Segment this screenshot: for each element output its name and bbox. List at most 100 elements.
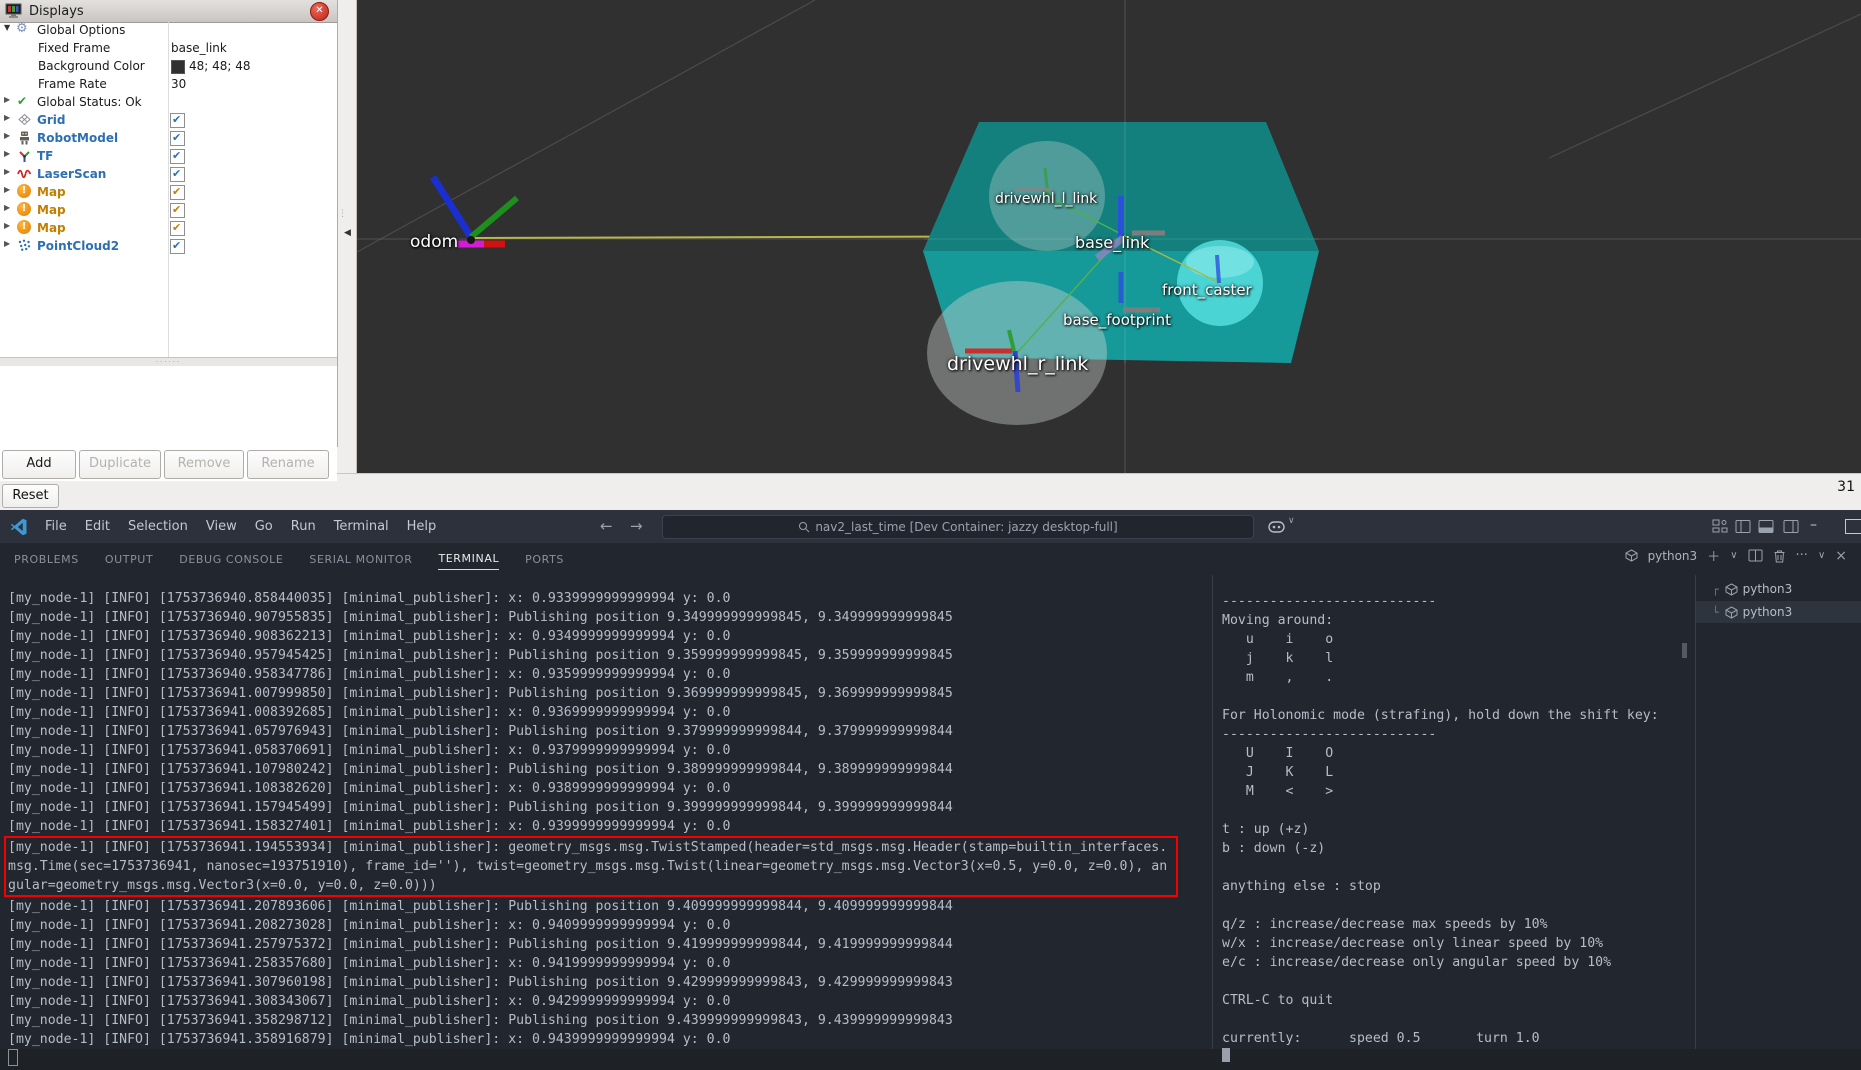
terminal-actions: python3 ＋ ∨ ··· ∨ × xyxy=(1625,546,1847,565)
menu-help[interactable]: Help xyxy=(398,519,446,534)
launch-profile-chevron-icon[interactable]: ∨ xyxy=(1730,550,1737,561)
menu-go[interactable]: Go xyxy=(246,519,282,534)
toggle-sidebar-icon[interactable] xyxy=(1735,519,1751,534)
check-icon: ✔ xyxy=(172,203,181,216)
close-panel-icon[interactable]: × xyxy=(1835,548,1847,564)
check-icon: ✔ xyxy=(172,113,181,126)
visibility-checkbox[interactable]: ✔ xyxy=(170,185,185,200)
expand-icon[interactable]: ▶ xyxy=(4,221,10,230)
active-shell-label[interactable]: python3 xyxy=(1648,549,1698,563)
menu-run[interactable]: Run xyxy=(282,519,325,534)
menu-selection[interactable]: Selection xyxy=(119,519,197,534)
expand-icon[interactable]: ▶ xyxy=(4,131,10,140)
check-icon: ✔ xyxy=(172,239,181,252)
left-terminal-output[interactable]: [my_node-1] [INFO] [1753736940.858440035… xyxy=(8,589,1178,1070)
right-terminal-output[interactable]: ---------------------------Moving around… xyxy=(1222,592,1659,1066)
collapse-left-icon[interactable]: ◀ xyxy=(344,228,351,238)
visibility-checkbox[interactable]: ✔ xyxy=(170,149,185,164)
maximize-icon[interactable] xyxy=(1845,519,1861,534)
expand-icon[interactable]: ▶ xyxy=(4,167,10,176)
property-detail-panel xyxy=(0,366,337,447)
collapse-open-icon[interactable]: ▼ xyxy=(4,23,10,32)
tab-terminal[interactable]: TERMINAL xyxy=(438,548,499,570)
tree-column-separator xyxy=(168,22,169,357)
check-icon: ✔ xyxy=(172,221,181,234)
customize-layout-icon[interactable] xyxy=(1712,519,1728,534)
visibility-checkbox[interactable]: ✔ xyxy=(170,131,185,146)
remove-button[interactable]: Remove xyxy=(164,450,244,479)
panel-collapse-strip[interactable]: ⋮ ◀ xyxy=(337,0,357,473)
monitor-icon xyxy=(5,3,23,19)
log-lines: [my_node-1] [INFO] [1753736940.858440035… xyxy=(8,589,1178,836)
scrollbar-thumb[interactable] xyxy=(1682,643,1687,658)
chevron-down-icon[interactable]: ∨ xyxy=(1288,516,1295,526)
terminal-list-item[interactable]: ┌ python3 xyxy=(1696,578,1861,600)
frame-rate-value[interactable]: 30 xyxy=(171,77,186,91)
highlighted-log-block: [my_node-1] [INFO] [1753736941.194553934… xyxy=(4,836,1178,897)
menu-view[interactable]: View xyxy=(197,519,246,534)
expand-icon[interactable]: ▶ xyxy=(4,95,10,104)
close-icon[interactable]: ✕ xyxy=(310,2,329,21)
search-icon xyxy=(798,521,810,533)
panel-title: Displays xyxy=(29,4,84,19)
menu-edit[interactable]: Edit xyxy=(76,519,119,534)
gear-icon: ⚙ xyxy=(16,21,28,36)
log-lines: [my_node-1] [INFO] [1753736941.207893606… xyxy=(8,897,1178,1049)
check-icon: ✔ xyxy=(172,131,181,144)
toggle-panel-icon[interactable] xyxy=(1758,519,1774,534)
tab-output[interactable]: OUTPUT xyxy=(105,549,153,570)
dev-container-cube-icon xyxy=(1725,606,1738,619)
check-icon: ✔ xyxy=(172,149,181,162)
pointcloud-icon xyxy=(17,238,32,253)
grid-icon xyxy=(17,112,32,127)
maximize-panel-chevron-icon[interactable]: ∨ xyxy=(1818,550,1825,561)
caster-z-axis xyxy=(1217,255,1219,283)
minimize-icon[interactable]: – xyxy=(1810,510,1817,543)
add-button[interactable]: Add xyxy=(2,450,76,479)
tab-ports[interactable]: PORTS xyxy=(525,549,564,570)
displays-panel-header[interactable]: Displays ✕ xyxy=(0,0,337,23)
kill-terminal-trash-icon[interactable] xyxy=(1773,549,1786,563)
rename-button[interactable]: Rename xyxy=(247,450,329,479)
copilot-icon[interactable] xyxy=(1268,518,1285,535)
terminal-split-divider[interactable] xyxy=(1212,575,1213,1049)
command-center-search[interactable]: nav2_last_time [Dev Container: jazzy des… xyxy=(662,515,1254,539)
dev-container-cube-icon xyxy=(1625,549,1638,562)
tab-debug-console[interactable]: DEBUG CONSOLE xyxy=(179,549,283,570)
new-terminal-icon[interactable]: ＋ xyxy=(1707,546,1720,565)
menu-file[interactable]: File xyxy=(36,519,76,534)
teleop-lines: ---------------------------Moving around… xyxy=(1222,592,1659,1048)
duplicate-button[interactable]: Duplicate xyxy=(79,450,161,479)
rviz-3d-viewport[interactable]: odom drivewhl_l_link base_link front_cas… xyxy=(357,0,1861,473)
expand-icon[interactable]: ▶ xyxy=(4,113,10,122)
more-actions-icon[interactable]: ··· xyxy=(1796,548,1808,563)
background-color-value[interactable]: 48; 48; 48 xyxy=(189,59,251,73)
color-swatch[interactable] xyxy=(171,60,185,74)
toggle-secondary-sidebar-icon[interactable] xyxy=(1783,519,1799,534)
menu-terminal[interactable]: Terminal xyxy=(325,519,398,534)
panel-tab-bar: PROBLEMS OUTPUT DEBUG CONSOLE SERIAL MON… xyxy=(0,543,1861,575)
forward-icon[interactable]: → xyxy=(630,510,643,543)
drag-handle-dots: ⋮ xyxy=(338,210,347,219)
expand-icon[interactable]: ▶ xyxy=(4,239,10,248)
fixed-frame-value[interactable]: base_link xyxy=(171,41,227,55)
robot-icon xyxy=(17,130,32,145)
frame-label-drivewhl-r: drivewhl_r_link xyxy=(947,353,1088,375)
visibility-checkbox[interactable]: ✔ xyxy=(170,113,185,128)
warning-icon: ! xyxy=(17,202,31,216)
back-icon[interactable]: ← xyxy=(600,510,613,543)
visibility-checkbox[interactable]: ✔ xyxy=(170,203,185,218)
terminal-list-item-selected[interactable]: └ python3 xyxy=(1696,601,1861,623)
visibility-checkbox[interactable]: ✔ xyxy=(170,167,185,182)
tab-problems[interactable]: PROBLEMS xyxy=(14,549,79,570)
tab-serial-monitor[interactable]: SERIAL MONITOR xyxy=(309,549,412,570)
expand-icon[interactable]: ▶ xyxy=(4,149,10,158)
visibility-checkbox[interactable]: ✔ xyxy=(170,221,185,236)
expand-icon[interactable]: ▶ xyxy=(4,203,10,212)
reset-button[interactable]: Reset xyxy=(2,484,59,508)
warning-icon: ! xyxy=(17,220,31,234)
frame-label-drivewhl-l: drivewhl_l_link xyxy=(995,191,1097,207)
expand-icon[interactable]: ▶ xyxy=(4,185,10,194)
split-terminal-icon[interactable] xyxy=(1748,549,1763,562)
visibility-checkbox[interactable]: ✔ xyxy=(170,239,185,254)
